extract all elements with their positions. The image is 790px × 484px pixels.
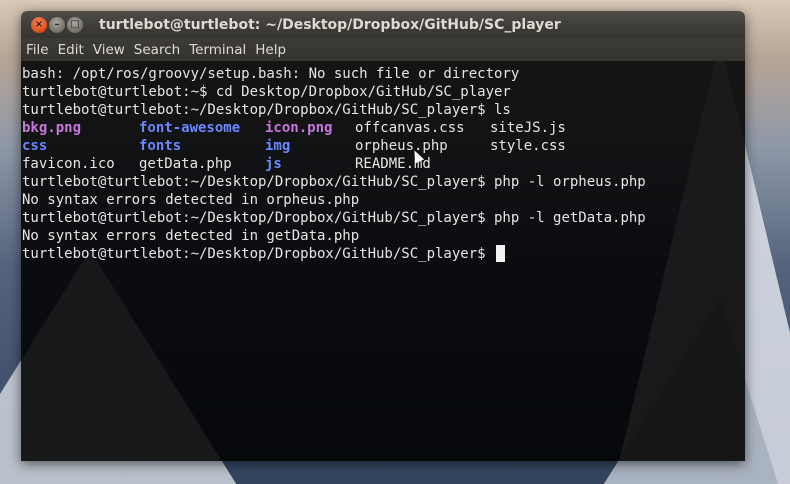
terminal-prompt: turtlebot@turtlebot:~/Desktop/Dropbox/Gi… — [22, 246, 495, 262]
ls-entry: style.css — [490, 138, 566, 154]
terminal-line: No syntax errors detected in getData.php — [22, 228, 360, 244]
ls-entry: img — [265, 138, 291, 154]
terminal-line: turtlebot@turtlebot:~$ cd Desktop/Dropbo… — [22, 84, 511, 100]
close-button[interactable]: × — [31, 16, 47, 33]
terminal-output[interactable]: bash: /opt/ros/groovy/setup.bash: No suc… — [21, 61, 745, 461]
ls-entry: orpheus.php — [355, 138, 448, 154]
window-title: turtlebot@turtlebot: ~/Desktop/Dropbox/G… — [99, 16, 561, 33]
menu-search[interactable]: Search — [132, 42, 185, 58]
maximize-icon: □ — [70, 18, 80, 30]
terminal-line: No syntax errors detected in orpheus.php — [22, 192, 360, 208]
ls-entry: css — [22, 138, 48, 154]
terminal-prompt-line[interactable]: turtlebot@turtlebot:~/Desktop/Dropbox/Gi… — [22, 245, 744, 263]
terminal-line: turtlebot@turtlebot:~/Desktop/Dropbox/Gi… — [22, 102, 511, 118]
minimize-icon: – — [54, 18, 60, 30]
menu-edit[interactable]: Edit — [56, 42, 89, 58]
ls-entry: js — [265, 156, 282, 172]
text-cursor — [496, 245, 506, 262]
ls-entry: getData.php — [139, 156, 232, 172]
menu-terminal[interactable]: Terminal — [187, 42, 251, 58]
ls-output-row: bkg.png font-awesome icon.png offcanvas.… — [22, 119, 744, 137]
menu-view[interactable]: View — [91, 42, 130, 58]
menubar: File Edit View Search Terminal Help — [21, 38, 745, 61]
menu-help[interactable]: Help — [253, 42, 291, 58]
ls-entry: font-awesome — [139, 120, 241, 136]
ls-entry: bkg.png — [22, 120, 82, 136]
terminal-line: turtlebot@turtlebot:~/Desktop/Dropbox/Gi… — [22, 210, 646, 226]
window-titlebar[interactable]: × – □ turtlebot@turtlebot: ~/Desktop/Dro… — [21, 11, 745, 38]
minimize-button[interactable]: – — [49, 16, 65, 33]
ls-output-row: css fonts img orpheus.php style.css — [22, 137, 744, 155]
ls-entry: siteJS.js — [490, 120, 566, 136]
close-icon: × — [34, 18, 44, 30]
terminal-line: turtlebot@turtlebot:~/Desktop/Dropbox/Gi… — [22, 174, 646, 190]
menu-file[interactable]: File — [24, 42, 54, 58]
ls-entry: offcanvas.css — [355, 120, 465, 136]
terminal-window[interactable]: × – □ turtlebot@turtlebot: ~/Desktop/Dro… — [21, 11, 745, 461]
ls-entry: favicon.ico — [22, 156, 115, 172]
terminal-line: bash: /opt/ros/groovy/setup.bash: No suc… — [22, 66, 520, 82]
ls-entry: fonts — [139, 138, 182, 154]
maximize-button[interactable]: □ — [67, 16, 83, 33]
ls-output-row: favicon.ico getData.php js README.md — [22, 155, 744, 173]
ls-entry: icon.png — [265, 120, 333, 136]
